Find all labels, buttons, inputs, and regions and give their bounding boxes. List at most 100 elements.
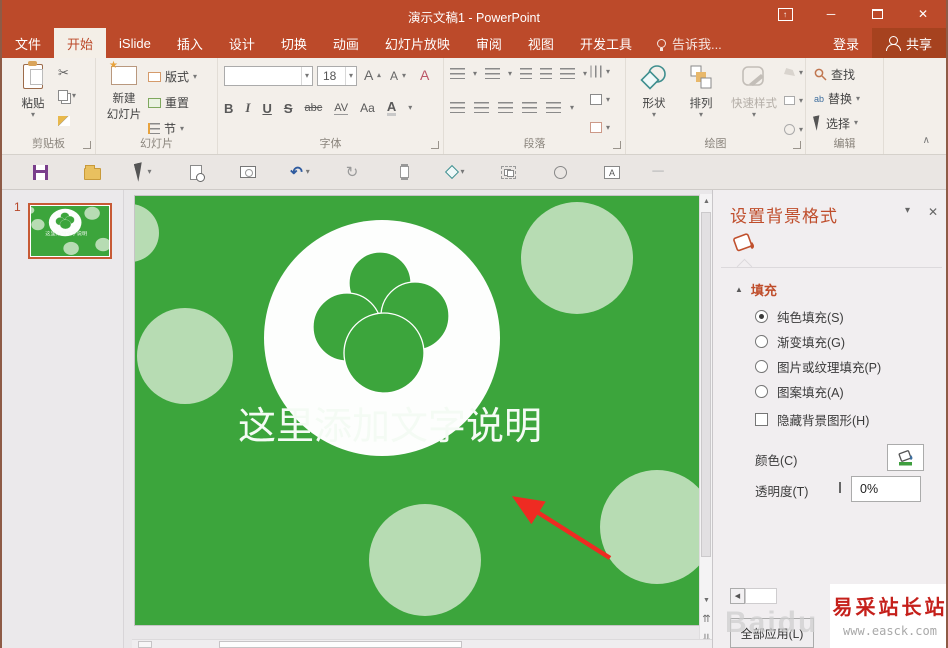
insert-oval-button[interactable] xyxy=(534,165,586,179)
horizontal-scroll-thumb[interactable] xyxy=(219,641,462,648)
new-slide-button[interactable]: 新建 幻灯片 xyxy=(102,60,146,122)
tab-view[interactable]: 视图 xyxy=(515,28,567,58)
hide-background-checkbox[interactable]: 隐藏背景图形(H) xyxy=(755,410,869,429)
layout-button[interactable]: 版式 ▾ xyxy=(148,68,197,85)
panel-scroll-thumb[interactable] xyxy=(745,588,777,604)
grow-font-button[interactable]: A ▾ xyxy=(364,67,381,83)
bold-button[interactable]: B xyxy=(224,101,233,116)
group-objects-button[interactable] xyxy=(482,165,534,179)
slide-caption-text[interactable]: 这里添加文字说明 xyxy=(238,406,542,448)
fill-bucket-icon[interactable] xyxy=(730,230,760,257)
panel-scroll-left-button[interactable]: ◀ xyxy=(730,588,745,604)
tab-developer[interactable]: 开发工具 xyxy=(567,28,645,58)
fill-section-header[interactable]: ▲ 填充 xyxy=(735,280,777,299)
start-slideshow-button[interactable] xyxy=(222,166,274,178)
vertical-scroll-thumb[interactable] xyxy=(701,212,711,557)
sign-in-button[interactable]: 登录 xyxy=(820,28,872,58)
horizontal-scrollbar[interactable] xyxy=(132,639,712,648)
text-direction-button[interactable]: ▾ xyxy=(590,65,610,78)
clipboard-dialog-launcher[interactable] xyxy=(83,141,91,149)
paragraph-dialog-launcher[interactable] xyxy=(613,141,621,149)
subscript-abc-button[interactable]: abc xyxy=(305,102,323,114)
character-spacing-button[interactable]: AV xyxy=(334,102,349,115)
strikethrough-button[interactable]: S xyxy=(284,101,293,116)
shape-effects-button[interactable]: ▾ xyxy=(784,124,803,135)
underline-button[interactable]: U xyxy=(262,101,271,116)
font-size-combo[interactable]: 18 ▾ xyxy=(317,66,357,86)
qat-overflow[interactable]: ─ xyxy=(638,163,678,181)
minimize-button[interactable]: ─ xyxy=(808,0,854,28)
shapes-button[interactable]: 形状 ▾ xyxy=(632,64,676,119)
increase-indent-icon[interactable] xyxy=(540,68,553,79)
format-painter-button[interactable] xyxy=(58,116,70,126)
align-center-icon[interactable] xyxy=(474,102,489,113)
redo-button[interactable]: ↻ xyxy=(326,165,378,180)
transparency-slider[interactable] xyxy=(839,482,841,493)
bullets-icon[interactable] xyxy=(450,68,465,79)
panel-menu-button[interactable]: ▾ xyxy=(905,205,910,216)
shrink-font-button[interactable]: A ▾ xyxy=(390,69,406,83)
tab-home[interactable]: 开始 xyxy=(54,28,107,58)
align-text-button[interactable]: ▾ xyxy=(590,94,610,105)
tab-design[interactable]: 设计 xyxy=(216,28,268,58)
find-button[interactable]: 查找 xyxy=(814,66,855,83)
select-button[interactable]: 选择 ▾ xyxy=(813,114,858,132)
close-button[interactable]: ✕ xyxy=(900,0,946,28)
font-dialog-launcher[interactable] xyxy=(431,141,439,149)
italic-button[interactable]: I xyxy=(245,100,250,116)
slide-thumbnail[interactable]: 这里添加文字说明 xyxy=(26,203,112,259)
clear-formatting-button[interactable]: A xyxy=(420,67,429,83)
tab-review[interactable]: 审阅 xyxy=(463,28,515,58)
numbering-icon[interactable] xyxy=(485,68,501,79)
share-button[interactable]: 共享 xyxy=(871,28,946,58)
touch-mode-button[interactable]: ▾ xyxy=(118,162,170,182)
transparency-input[interactable]: 0% xyxy=(851,476,921,502)
open-button[interactable] xyxy=(66,164,118,180)
option-solid-fill[interactable]: 纯色填充(S) xyxy=(755,307,844,326)
align-right-icon[interactable] xyxy=(498,102,513,113)
reset-button[interactable]: 重置 xyxy=(148,94,189,111)
collapse-ribbon-button[interactable]: ∧ xyxy=(923,135,930,146)
columns-icon[interactable] xyxy=(546,102,561,113)
copy-button[interactable]: ▾ xyxy=(58,90,76,101)
font-color-button[interactable]: A xyxy=(386,100,397,116)
line-spacing-icon[interactable] xyxy=(560,68,576,79)
restore-button[interactable] xyxy=(854,0,900,28)
drawing-dialog-launcher[interactable] xyxy=(793,141,801,149)
slide-canvas[interactable]: 这里添加文字说明 xyxy=(135,196,699,625)
smartart-button[interactable]: ▾ xyxy=(590,122,610,133)
color-picker-button[interactable] xyxy=(887,444,924,471)
tab-islide[interactable]: iSlide xyxy=(106,28,164,58)
cut-button[interactable]: ✂ xyxy=(58,66,69,79)
tab-slideshow[interactable]: 幻灯片放映 xyxy=(372,28,463,58)
replace-button[interactable]: ab 替换 ▾ xyxy=(814,90,860,107)
tab-animations[interactable]: 动画 xyxy=(320,28,372,58)
paste-button[interactable]: 粘贴 ▾ xyxy=(12,61,54,119)
arrange-button[interactable]: 排列 ▾ xyxy=(680,64,722,119)
change-case-button[interactable]: Aa xyxy=(360,101,375,115)
vertical-scrollbar[interactable]: ▲ ▼ ⇈ ⇊ xyxy=(699,194,713,648)
shape-outline-button[interactable]: ▾ xyxy=(784,96,803,105)
tab-insert[interactable]: 插入 xyxy=(164,28,216,58)
option-picture-fill[interactable]: 图片或纹理填充(P) xyxy=(755,357,881,376)
hscroll-left-button[interactable] xyxy=(138,641,152,648)
tab-file[interactable]: 文件 xyxy=(2,28,54,58)
quick-styles-button[interactable]: 快速样式 ▾ xyxy=(724,64,784,119)
align-shape-button[interactable] xyxy=(378,166,430,178)
insert-textbox-button[interactable]: A xyxy=(586,165,638,179)
ribbon-display-options-button[interactable]: ↑ xyxy=(762,0,808,28)
align-left-icon[interactable] xyxy=(450,102,465,113)
apply-to-all-button[interactable]: 全部应用(L) xyxy=(730,618,814,648)
justify-icon[interactable] xyxy=(522,102,537,113)
shape-fill-button[interactable]: ▾ xyxy=(784,68,803,78)
option-gradient-fill[interactable]: 渐变填充(G) xyxy=(755,332,845,351)
tab-transitions[interactable]: 切换 xyxy=(268,28,320,58)
option-pattern-fill[interactable]: 图案填充(A) xyxy=(755,382,844,401)
insert-shapes-button[interactable]: ▾ xyxy=(430,164,482,180)
panel-close-button[interactable]: ✕ xyxy=(928,205,938,219)
undo-button[interactable]: ↶ ▾ xyxy=(274,165,326,180)
tell-me-box[interactable]: 告诉我... xyxy=(645,28,734,58)
print-preview-button[interactable] xyxy=(170,164,222,182)
font-name-combo[interactable]: ▾ xyxy=(224,66,313,86)
save-button[interactable] xyxy=(14,164,66,180)
